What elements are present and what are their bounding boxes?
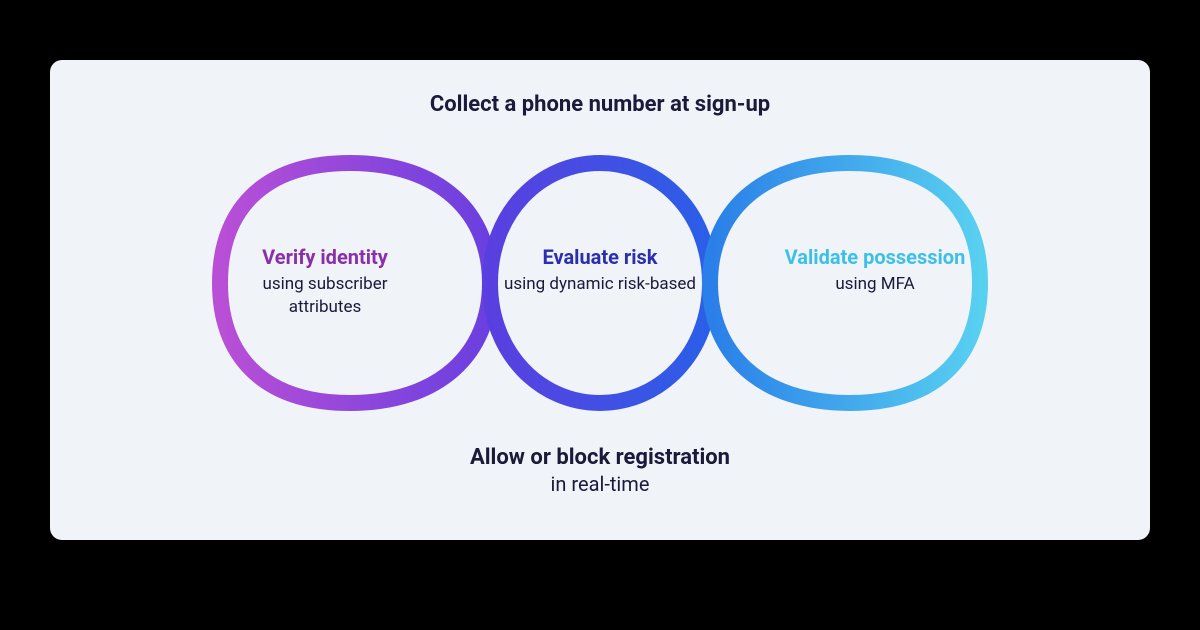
footer-subtitle: in real-time [90,472,1110,496]
node-verify-identity: Verify identity using subscriber attribu… [225,245,425,319]
node-title: Evaluate risk [500,245,700,269]
footer-text: Allow or block registration in real-time [90,445,1110,496]
footer-title: Allow or block registration [90,445,1110,470]
node-subtitle: using subscriber attributes [225,273,425,319]
node-validate-possession: Validate possession using MFA [775,245,975,296]
loops-container: Verify identity using subscriber attribu… [90,133,1110,433]
node-subtitle: using MFA [775,273,975,296]
diagram-card: Collect a phone number at sign-up [50,60,1150,540]
node-title: Validate possession [775,245,975,269]
node-evaluate-risk: Evaluate risk using dynamic risk-based [500,245,700,296]
node-subtitle: using dynamic risk-based [500,273,700,296]
node-title: Verify identity [225,245,425,269]
header-text: Collect a phone number at sign-up [90,92,1110,117]
